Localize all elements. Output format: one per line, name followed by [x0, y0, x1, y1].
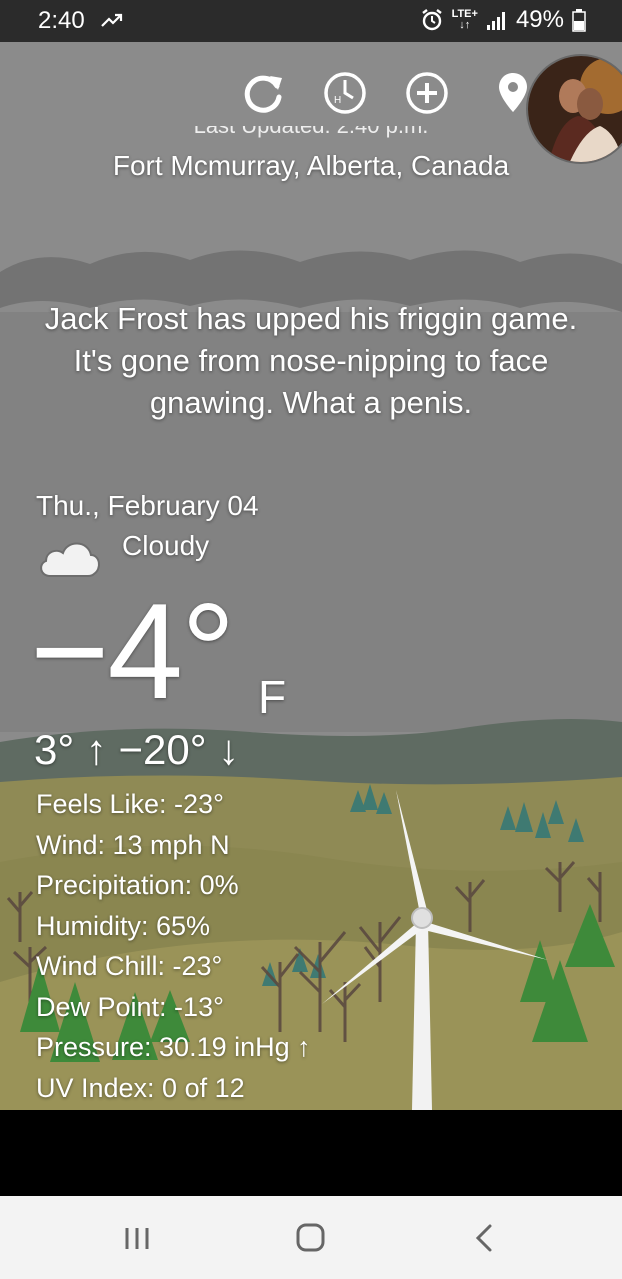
- status-time: 2:40: [38, 7, 85, 34]
- hourly-clock-icon[interactable]: H: [322, 70, 368, 116]
- battery-percent: 49%: [515, 6, 564, 33]
- pressure: Pressure: 30.19 inHg ↑: [36, 1032, 311, 1062]
- status-bar: 2:40 LTE+ ↓↑ 49%: [0, 0, 622, 42]
- weather-details: Feels Like: -23° Wind: 13 mph N Precipit…: [36, 784, 311, 1108]
- signal-icon: [486, 12, 505, 30]
- back-icon[interactable]: [460, 1216, 510, 1260]
- refresh-icon[interactable]: [240, 70, 286, 116]
- high-low-temperature: 3° ↑ −20° ↓: [34, 726, 240, 773]
- temperature-unit[interactable]: F: [258, 670, 286, 724]
- last-updated-text: Last Updated: 2:40 p.m.: [0, 126, 622, 138]
- cloud-icon: [40, 542, 100, 577]
- trend-icon: [101, 13, 123, 27]
- uv-index: UV Index: 0 of 12: [36, 1072, 245, 1103]
- home-icon[interactable]: [286, 1216, 336, 1260]
- add-location-icon[interactable]: [404, 70, 450, 116]
- svg-text:H: H: [334, 95, 341, 106]
- condition-text: Cloudy: [122, 530, 210, 561]
- battery-icon: [572, 9, 586, 32]
- dew-point: Dew Point: -13°: [36, 991, 224, 1022]
- location-name[interactable]: Fort Mcmurray, Alberta, Canada: [0, 150, 622, 182]
- feels-like: Feels Like: -23°: [36, 789, 224, 819]
- wind: Wind: 13 mph N: [36, 829, 230, 860]
- alarm-icon: [421, 9, 442, 31]
- current-date: Thu., February 04: [36, 490, 259, 521]
- network-type: LTE+ ↓↑: [451, 8, 478, 31]
- nav-bar: [0, 1196, 622, 1279]
- weather-quip: Jack Frost has upped his friggin game. I…: [44, 301, 578, 420]
- precipitation: Precipitation: 0%: [36, 870, 239, 900]
- wind-chill: Wind Chill: -23°: [36, 951, 223, 981]
- current-temperature: −4°: [30, 575, 235, 727]
- humidity: Humidity: 65%: [36, 910, 211, 941]
- weather-scene: H Last Updated: 2:40 p.m. Fort Mcmurray,…: [0, 42, 622, 1110]
- status-right: LTE+ ↓↑ 49%: [420, 6, 586, 34]
- black-band: [0, 1110, 622, 1196]
- recent-apps-icon[interactable]: [112, 1216, 162, 1260]
